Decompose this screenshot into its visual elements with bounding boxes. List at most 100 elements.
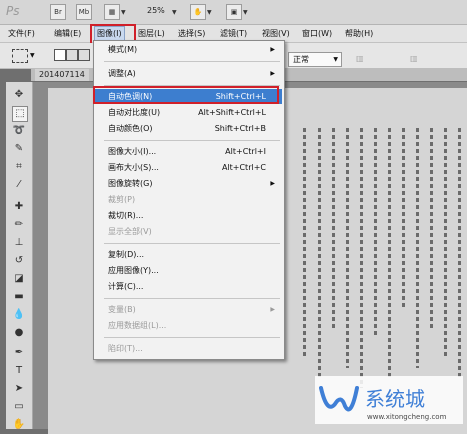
menu-item-adjustments[interactable]: 调整(A) ▶ (95, 66, 282, 81)
menu-item-variables: 变量(B) ▶ (95, 302, 282, 317)
chevron-down-icon[interactable]: ▼ (207, 9, 212, 16)
menu-item-trap: 陷印(T)... (95, 341, 282, 356)
text-column (360, 128, 363, 388)
menu-item-calculations[interactable]: 计算(C)... (95, 279, 282, 294)
screen-mode-icon[interactable]: ▣ (226, 4, 242, 20)
photoshop-logo: Ps (6, 4, 20, 18)
hand-tool-icon[interactable]: ✋ (190, 4, 206, 20)
chevron-down-icon[interactable]: ▼ (30, 52, 35, 59)
svg-text:系统城: 系统城 (365, 387, 425, 411)
menu-separator (104, 61, 280, 62)
menu-item-image-size[interactable]: 图像大小(I)... Alt+Ctrl+I (95, 144, 282, 159)
menu-layer[interactable]: 图层(L) (138, 27, 165, 40)
menu-item-label: 显示全部(V) (108, 227, 152, 236)
menu-item-duplicate[interactable]: 复制(D)... (95, 247, 282, 262)
clone-stamp-tool-icon[interactable]: ⊥ (12, 236, 26, 250)
subtract-selection-icon[interactable] (78, 49, 90, 61)
text-column (346, 128, 349, 368)
healing-brush-tool-icon[interactable]: ✚ (12, 200, 26, 214)
add-selection-icon[interactable] (66, 49, 78, 61)
menu-item-label: 裁剪(P) (108, 195, 136, 204)
bridge-button[interactable]: Br (50, 4, 66, 20)
application-bar: Ps Br Mb ▦ ▼ 25% ▼ ✋ ▼ ▣ ▼ (0, 0, 467, 25)
menu-item-label: 应用数据组(L)... (108, 321, 167, 330)
menu-item-auto-contrast[interactable]: 自动对比度(U) Alt+Shift+Ctrl+L (95, 105, 282, 120)
lasso-tool-icon[interactable]: ➰ (12, 124, 26, 138)
menu-item-label: 复制(D)... (108, 250, 145, 259)
text-column (430, 128, 433, 328)
menu-item-label: 计算(C)... (108, 282, 144, 291)
gradient-tool-icon[interactable]: ▬ (12, 290, 26, 304)
menu-item-label: 调整(A) (108, 69, 136, 78)
menu-view[interactable]: 视图(V) (262, 27, 290, 40)
text-column (416, 128, 419, 368)
text-column (444, 128, 447, 358)
move-tool-icon[interactable]: ✥ (12, 88, 26, 102)
blend-mode-select[interactable]: 正常 ▼ (288, 52, 342, 67)
text-column (374, 128, 377, 338)
marquee-tool-icon[interactable]: ⬚ (12, 106, 28, 122)
menu-help[interactable]: 帮助(H) (345, 27, 373, 40)
menu-edit[interactable]: 编辑(E) (54, 27, 81, 40)
zoom-level[interactable]: 25% (147, 6, 165, 15)
menu-item-label: 图像旋转(G) (108, 179, 153, 188)
menu-item-canvas-size[interactable]: 画布大小(S)... Alt+Ctrl+C (95, 160, 282, 175)
path-selection-tool-icon[interactable]: ➤ (12, 382, 26, 396)
new-selection-icon[interactable] (54, 49, 66, 61)
menu-separator (104, 337, 280, 338)
menu-item-label: 裁切(R)... (108, 211, 144, 220)
menu-separator (104, 298, 280, 299)
menu-window[interactable]: 窗口(W) (302, 27, 332, 40)
submenu-arrow-icon: ▶ (270, 46, 275, 53)
dodge-tool-icon[interactable]: ● (12, 326, 26, 340)
watermark-icon: 系统城 www.xitongcheng.com (315, 376, 463, 424)
eraser-tool-icon[interactable]: ◪ (12, 272, 26, 286)
text-column (458, 128, 461, 378)
text-column (303, 128, 306, 358)
menu-item-apply-image[interactable]: 应用图像(Y)... (95, 263, 282, 278)
rectangle-tool-icon[interactable]: ▭ (12, 400, 26, 414)
submenu-arrow-icon: ▶ (270, 180, 275, 187)
menu-item-trim[interactable]: 裁切(R)... (95, 208, 282, 223)
view-extras-icon[interactable]: ▦ (104, 4, 120, 20)
menu-filter[interactable]: 滤镜(T) (220, 27, 247, 40)
minibridge-button[interactable]: Mb (76, 4, 92, 20)
marquee-preset-icon[interactable] (12, 49, 28, 63)
document-tab[interactable]: 201407114 (35, 69, 89, 81)
menu-item-shortcut: Shift+Ctrl+B (214, 124, 266, 133)
chevron-down-icon[interactable]: ▼ (243, 9, 248, 16)
red-annotation-box (93, 86, 279, 104)
chevron-down-icon[interactable]: ▼ (121, 9, 126, 16)
menu-item-auto-color[interactable]: 自动颜色(O) Shift+Ctrl+B (95, 121, 282, 136)
chevron-down-icon[interactable]: ▼ (172, 9, 177, 16)
brush-tool-icon[interactable]: ✏ (12, 218, 26, 232)
text-column (388, 128, 391, 378)
submenu-arrow-icon: ▶ (270, 70, 275, 77)
menu-item-label: 模式(M) (108, 45, 138, 54)
menu-item-image-rotation[interactable]: 图像旋转(G) ▶ (95, 176, 282, 191)
crop-tool-icon[interactable]: ⌗ (12, 160, 26, 174)
history-brush-tool-icon[interactable]: ↺ (12, 254, 26, 268)
site-watermark-logo: 系统城 www.xitongcheng.com (315, 376, 463, 424)
option-disabled-icon: ▥ (356, 54, 364, 63)
menu-item-label: 陷印(T)... (108, 344, 143, 353)
pen-tool-icon[interactable]: ✒ (12, 346, 26, 360)
menu-separator (104, 140, 280, 141)
quick-selection-tool-icon[interactable]: ✎ (12, 142, 26, 156)
hand-tool-icon[interactable]: ✋ (12, 418, 26, 432)
submenu-arrow-icon: ▶ (270, 306, 275, 313)
menu-separator (104, 243, 280, 244)
blur-tool-icon[interactable]: 💧 (12, 308, 26, 322)
menu-item-shortcut: Alt+Ctrl+C (221, 163, 266, 172)
menu-item-mode[interactable]: 模式(M) ▶ (95, 42, 282, 57)
menu-file[interactable]: 文件(F) (8, 27, 35, 40)
text-column (332, 128, 335, 328)
eyedropper-tool-icon[interactable]: ⁄ (12, 178, 26, 192)
menu-item-apply-data-set: 应用数据组(L)... (95, 318, 282, 333)
text-column (402, 128, 405, 308)
tools-panel: ✥ ⬚ ➰ ✎ ⌗ ⁄ ✚ ✏ ⊥ ↺ ◪ ▬ 💧 ● ✒ T ➤ ▭ ✋ (6, 82, 33, 432)
type-tool-icon[interactable]: T (12, 364, 26, 378)
menu-item-label: 自动对比度(U) (108, 108, 161, 117)
menu-item-label: 图像大小(I)... (108, 147, 157, 156)
menu-select[interactable]: 选择(S) (178, 27, 205, 40)
